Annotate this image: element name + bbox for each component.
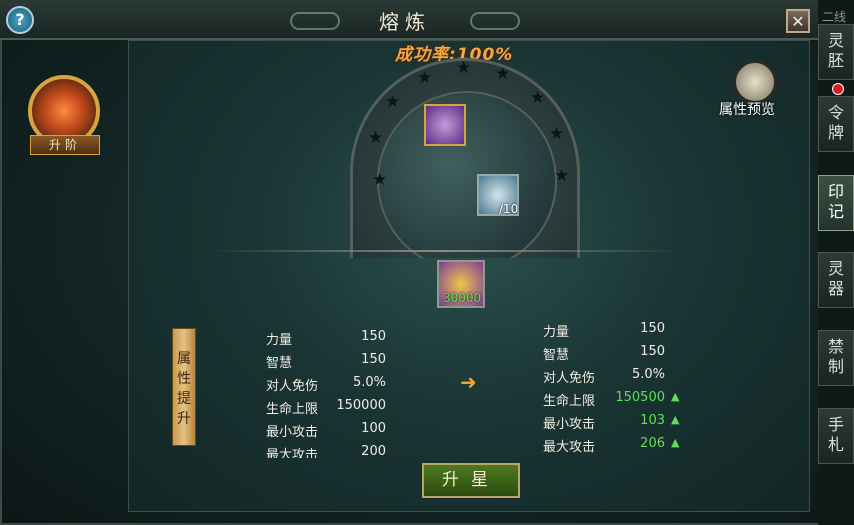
yin-yang-icon[interactable] [733,60,777,104]
ground-line [210,250,680,252]
star-icon: ★ [417,68,433,88]
tab-notes[interactable]: 手札 [818,408,854,464]
increase-arrow-icon: ▲ [671,413,680,426]
next-label: 最小攻击 [543,417,596,432]
tab-label: 印记 [827,182,844,221]
tab-seal[interactable]: 印记 [818,175,854,231]
next-value: 206 [640,436,665,451]
material-count: /10 [499,202,519,216]
next-label: 智慧 [543,348,570,363]
next-value: 150 [640,321,665,336]
tab-restriction[interactable]: 禁制 [818,330,854,386]
increase-arrow-icon: ▲ [671,390,680,403]
window-title: 熔炼 [379,10,431,34]
star-icon: ★ [372,170,388,190]
tab-label: 禁制 [827,337,844,376]
side-top-label: 二线 [822,10,847,24]
current-value: 200 [361,444,386,458]
tab-label: 灵胚 [827,31,844,70]
notification-dot-icon [832,83,844,95]
help-icon[interactable]: ? [6,6,34,34]
next-label: 对人免伤 [543,371,596,386]
current-value: 5.0% [352,375,386,390]
next-label: 最大攻击 [543,440,596,455]
upgrade-star-button[interactable]: 升星 [422,463,520,498]
next-label: 力量 [543,325,570,340]
title-ornament-right [470,12,520,30]
gold-cost-slot[interactable]: 30000 [437,260,485,308]
tab-spirit-embryo[interactable]: 灵胚 [818,24,854,80]
star-icon: ★ [530,88,546,108]
increase-arrow-icon: ▲ [671,436,680,449]
current-label: 最小攻击 [266,425,319,440]
star-icon: ★ [456,58,472,78]
star-icon: ★ [368,128,384,148]
upgrade-rank-button[interactable]: 升阶 [30,135,100,155]
current-label: 最大攻击 [266,448,319,458]
current-value: 100 [361,421,386,436]
equipment-slot[interactable] [424,104,466,146]
tab-label: 令牌 [827,103,844,142]
current-value: 150 [361,329,386,344]
next-value: 150 [640,344,665,359]
current-value: 150 [361,352,386,367]
current-label: 智慧 [266,356,293,371]
material-slot[interactable]: /10 [477,174,519,216]
current-value: 150000 [336,398,386,413]
attribute-preview-button[interactable]: 属性预览 [719,99,775,119]
star-icon: ★ [549,124,565,144]
title-bar: 熔炼 [0,0,820,40]
star-icon: ★ [385,92,401,112]
tab-label: 灵器 [827,259,844,298]
star-icon: ★ [554,166,570,186]
close-button[interactable]: ✕ [786,9,810,33]
title-ornament-left [290,12,340,30]
tab-label: 手札 [827,415,844,454]
gold-cost: 30000 [443,291,482,305]
star-icon: ★ [495,64,511,84]
next-value: 5.0% [631,367,665,382]
current-label: 对人免伤 [266,379,319,394]
yin-yang-disc [377,91,557,258]
tab-spirit-weapon[interactable]: 灵器 [818,252,854,308]
attribute-boost-tag: 属性提升 [172,328,196,446]
arrow-right-icon: ➜ [460,370,477,394]
current-label: 力量 [266,333,293,348]
next-label: 生命上限 [543,394,596,409]
next-value: 150500 [615,390,665,405]
current-label: 生命上限 [266,402,319,417]
next-value: 103 [640,413,665,428]
tab-token[interactable]: 令牌 [818,96,854,152]
